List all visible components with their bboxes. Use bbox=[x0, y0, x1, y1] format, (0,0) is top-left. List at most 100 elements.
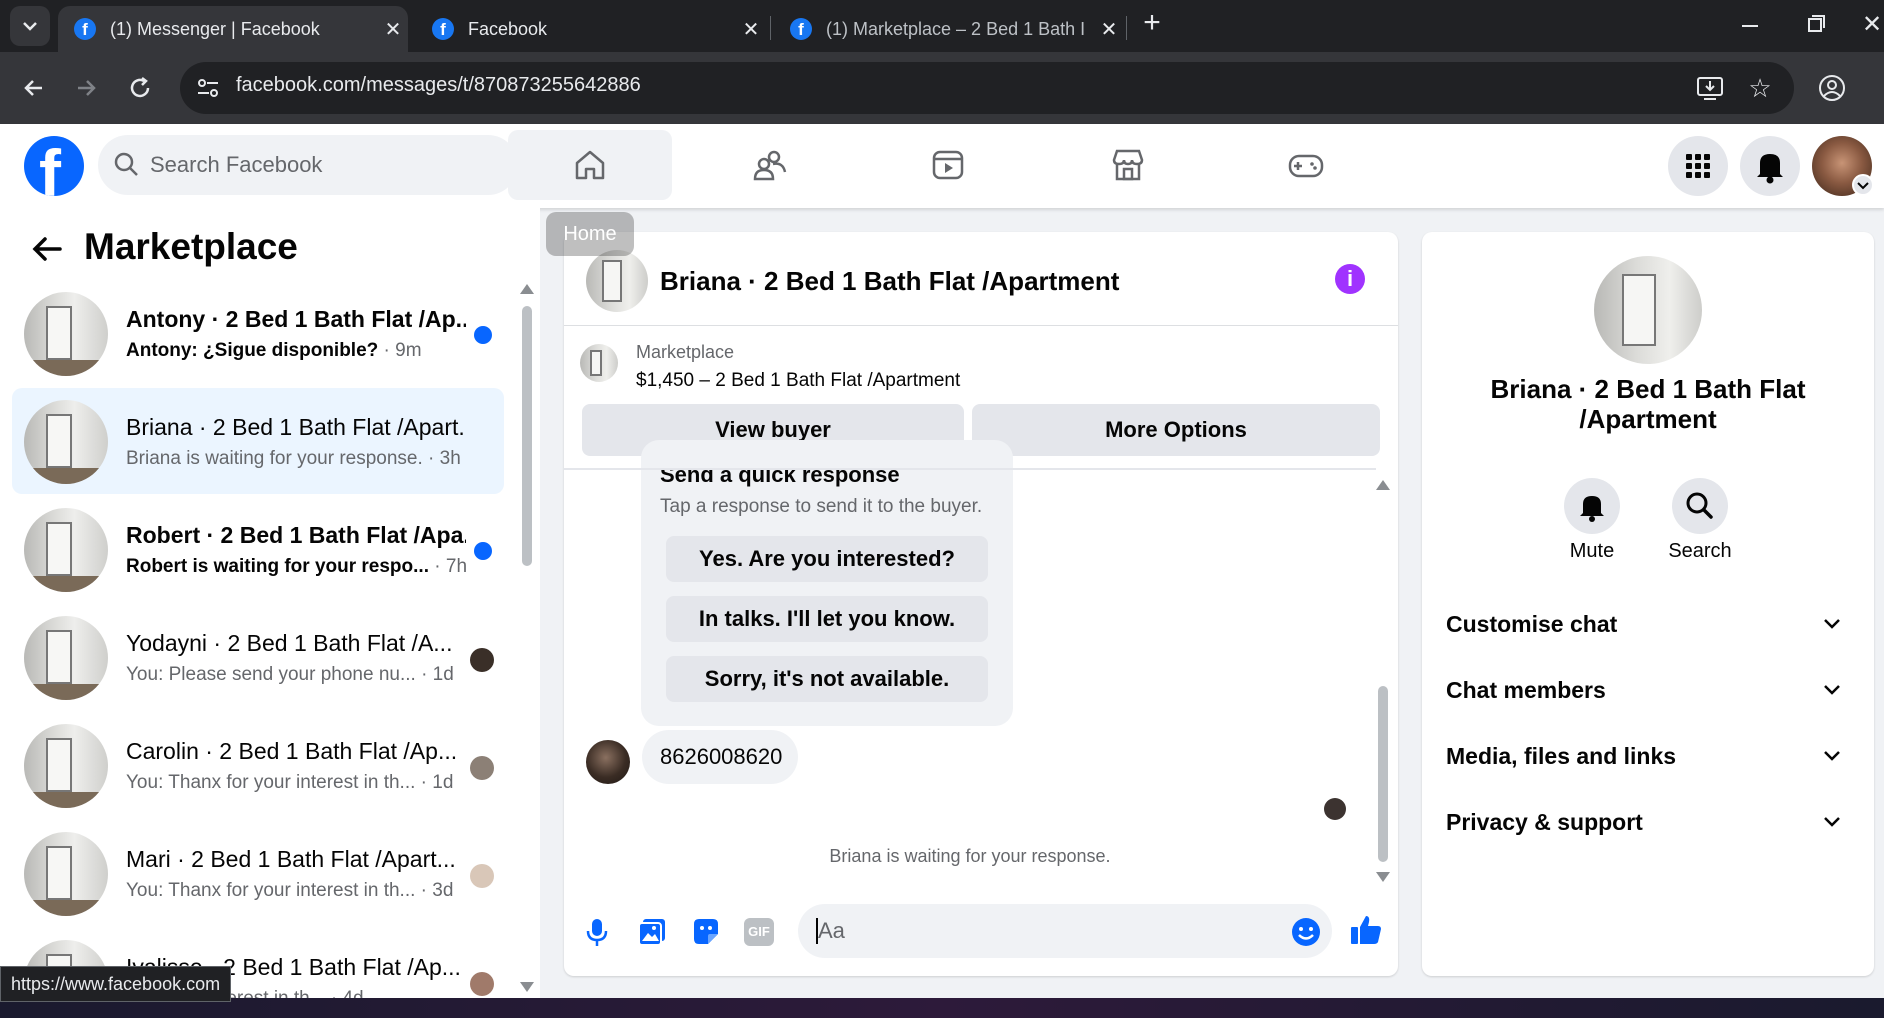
conversation-item[interactable]: Antony · 2 Bed 1 Bath Flat /Ap... Antony… bbox=[12, 280, 504, 386]
sticker-icon bbox=[694, 919, 718, 944]
sidebar-title: Marketplace bbox=[84, 226, 298, 267]
back-button[interactable] bbox=[16, 70, 52, 106]
info-icon[interactable]: i bbox=[1335, 264, 1365, 294]
chat-title[interactable]: Briana · 2 Bed 1 Bath Flat /Apartment bbox=[660, 266, 1119, 297]
scroll-down-arrow[interactable] bbox=[1376, 872, 1390, 882]
home-tooltip: Home bbox=[546, 212, 634, 256]
tab-search-dropdown[interactable] bbox=[10, 6, 50, 46]
nav-marketplace[interactable] bbox=[1046, 130, 1210, 200]
gaming-icon bbox=[1288, 154, 1324, 178]
chat-listing-thumbnail[interactable] bbox=[586, 250, 648, 312]
search-label: Search bbox=[1668, 540, 1732, 562]
site-info-icon[interactable] bbox=[194, 74, 222, 102]
sidebar-scrollbar[interactable] bbox=[522, 306, 532, 566]
chat-members-section[interactable]: Chat members bbox=[1446, 670, 1858, 710]
profile-icon[interactable] bbox=[1816, 72, 1848, 104]
forward-arrow-icon bbox=[78, 80, 96, 96]
message-input[interactable] bbox=[798, 904, 1332, 958]
gif-button[interactable]: GIF bbox=[744, 918, 774, 946]
conversation-item[interactable]: Robert · 2 Bed 1 Bath Flat /Apa... Rober… bbox=[12, 496, 504, 602]
sticker-button[interactable] bbox=[690, 916, 722, 948]
message-bubble[interactable]: 8626008620 bbox=[642, 730, 798, 784]
chevron-down-icon bbox=[1824, 685, 1840, 695]
tab-marketplace[interactable]: f (1) Marketplace – 2 Bed 1 Bath I ✕ bbox=[774, 6, 1124, 52]
quick-response-button[interactable]: In talks. I'll let you know. bbox=[666, 596, 988, 642]
tab-separator bbox=[1126, 16, 1127, 40]
chevron-down-icon bbox=[1857, 182, 1869, 190]
listing-thumbnail bbox=[24, 724, 108, 808]
forward-button[interactable] bbox=[68, 70, 104, 106]
conversation-name: Robert · 2 Bed 1 Bath Flat /Apa... bbox=[126, 522, 466, 548]
close-window-button[interactable]: ✕ bbox=[1862, 10, 1884, 38]
url-text: facebook.com/messages/t/870873255642886 bbox=[236, 74, 641, 96]
install-app-icon[interactable] bbox=[1694, 72, 1726, 104]
marketplace-icon bbox=[1112, 149, 1144, 181]
tab-facebook[interactable]: f Facebook ✕ bbox=[416, 6, 766, 52]
more-options-button[interactable]: More Options bbox=[972, 404, 1380, 456]
scroll-down-arrow[interactable] bbox=[520, 982, 534, 992]
os-taskbar bbox=[0, 998, 1884, 1018]
conversation-item[interactable]: Yodayni · 2 Bed 1 Bath Flat /A... You: P… bbox=[12, 604, 504, 710]
listing-price-title[interactable]: $1,450 – 2 Bed 1 Bath Flat /Apartment bbox=[636, 370, 960, 392]
scroll-up-arrow[interactable] bbox=[1376, 480, 1390, 490]
tab-separator bbox=[770, 16, 771, 40]
marketplace-label: Marketplace bbox=[636, 342, 735, 362]
conversation-item[interactable]: Mari · 2 Bed 1 Bath Flat /Apart... You: … bbox=[12, 820, 504, 926]
restore-button[interactable] bbox=[1802, 10, 1830, 38]
like-button[interactable] bbox=[1348, 912, 1384, 948]
tab-messenger[interactable]: f (1) Messenger | Facebook ✕ bbox=[58, 6, 408, 52]
chat-scrollbar[interactable] bbox=[1378, 686, 1388, 862]
quick-response-button[interactable]: Sorry, it's not available. bbox=[666, 656, 988, 702]
quick-response-subtitle: Tap a response to send it to the buyer. bbox=[660, 496, 983, 517]
mute-label: Mute bbox=[1569, 540, 1615, 562]
notifications-button[interactable] bbox=[1740, 136, 1800, 196]
search-icon bbox=[1686, 492, 1713, 519]
bookmark-star-icon[interactable]: ☆ bbox=[1744, 72, 1776, 104]
marketplace-listing-thumbnail[interactable] bbox=[580, 344, 618, 382]
facebook-favicon-icon: f bbox=[790, 18, 812, 40]
listing-thumbnail bbox=[24, 616, 108, 700]
tab-close-icon[interactable]: ✕ bbox=[378, 17, 408, 42]
back-arrow-icon[interactable] bbox=[30, 232, 64, 271]
menu-button[interactable] bbox=[1668, 136, 1728, 196]
minimize-button[interactable] bbox=[1736, 12, 1764, 40]
customise-chat-section[interactable]: Customise chat bbox=[1446, 604, 1858, 644]
privacy-support-section[interactable]: Privacy & support bbox=[1446, 802, 1858, 842]
mute-button[interactable] bbox=[1564, 478, 1620, 534]
search-in-chat-button[interactable] bbox=[1672, 478, 1728, 534]
emoji-button[interactable] bbox=[1290, 916, 1322, 948]
nav-home[interactable] bbox=[508, 130, 672, 200]
tab-title: (1) Marketplace – 2 Bed 1 Bath I bbox=[826, 18, 1086, 39]
new-tab-button[interactable]: + bbox=[1136, 8, 1168, 40]
friends-icon bbox=[753, 150, 787, 181]
seen-avatar bbox=[470, 864, 494, 888]
back-arrow-icon bbox=[24, 80, 42, 96]
conversation-name: Briana · 2 Bed 1 Bath Flat /Apart... bbox=[126, 414, 466, 440]
voice-clip-button[interactable] bbox=[582, 916, 612, 948]
conversation-item[interactable]: Carolin · 2 Bed 1 Bath Flat /Ap... You: … bbox=[12, 712, 504, 818]
quick-response-title: Send a quick response bbox=[660, 470, 900, 487]
listing-thumbnail bbox=[24, 832, 108, 916]
conversation-name: Antony · 2 Bed 1 Bath Flat /Ap... bbox=[126, 306, 466, 332]
conversation-name: Yodayni · 2 Bed 1 Bath Flat /A... bbox=[126, 630, 453, 656]
attach-photo-button[interactable] bbox=[636, 916, 668, 948]
sender-avatar[interactable] bbox=[586, 740, 630, 784]
account-dropdown-badge[interactable] bbox=[1852, 174, 1874, 196]
conversation-preview: You: Thanx for your interest in th... · … bbox=[126, 880, 454, 901]
video-icon bbox=[932, 150, 964, 180]
media-files-links-section[interactable]: Media, files and links bbox=[1446, 736, 1858, 776]
details-listing-thumbnail[interactable] bbox=[1594, 256, 1702, 364]
reload-button[interactable] bbox=[122, 70, 158, 106]
nav-gaming[interactable] bbox=[1224, 130, 1388, 200]
seen-avatar bbox=[470, 756, 494, 780]
nav-video[interactable] bbox=[866, 130, 1030, 200]
quick-response-button[interactable]: Yes. Are you interested? bbox=[666, 536, 988, 582]
nav-friends[interactable] bbox=[688, 130, 852, 200]
scroll-up-arrow[interactable] bbox=[520, 284, 534, 294]
conversation-item[interactable]: Briana · 2 Bed 1 Bath Flat /Apart... Bri… bbox=[12, 388, 504, 494]
unread-dot bbox=[474, 542, 492, 560]
tab-close-icon[interactable]: ✕ bbox=[736, 17, 766, 42]
facebook-logo[interactable]: f bbox=[24, 136, 84, 196]
chevron-down-icon bbox=[1824, 751, 1840, 761]
tab-close-icon[interactable]: ✕ bbox=[1094, 17, 1124, 42]
